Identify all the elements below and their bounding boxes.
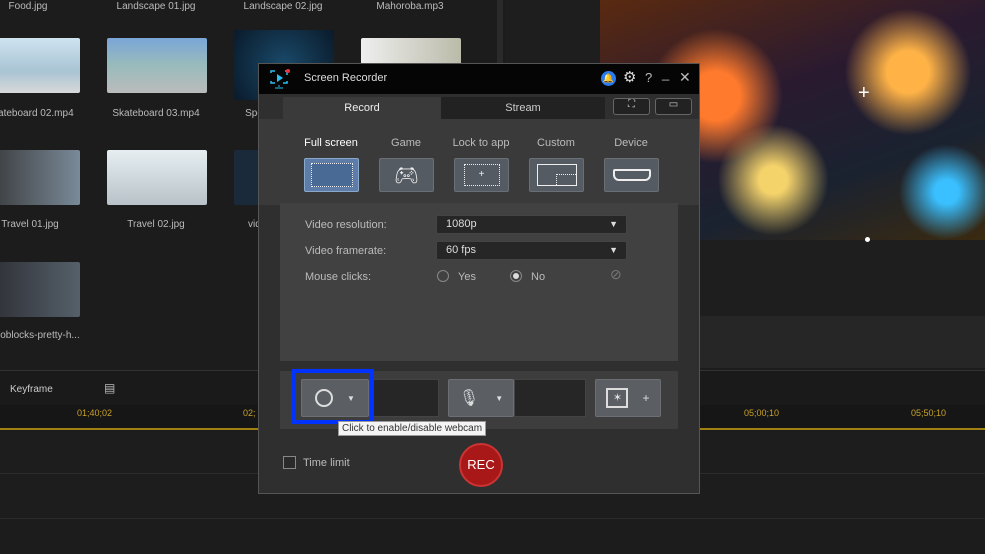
framerate-value: 60 fps [446, 244, 476, 256]
resolution-value: 1080p [446, 218, 477, 230]
media-label[interactable]: oblocks-pretty-h... [0, 330, 100, 342]
keyframe-list-icon[interactable]: ▤ [104, 381, 115, 395]
mode-game-button[interactable]: 🎮︎ [379, 158, 434, 192]
mode-lock-to-app-button[interactable]: + [454, 158, 509, 192]
media-label[interactable]: Travel 01.jpg [0, 219, 90, 231]
microphone-level-field [514, 379, 586, 417]
time-limit-checkbox[interactable] [283, 456, 296, 469]
effects-button[interactable]: ✶ + [595, 379, 661, 417]
webcam-preview-field [369, 379, 439, 417]
webcam-tooltip: Click to enable/disable webcam [338, 421, 487, 436]
help-icon[interactable]: ? [645, 70, 652, 85]
screen-recorder-dialog: Screen Recorder 🔔 ⚙ ? _ ✕ Record Stream … [258, 63, 700, 494]
tab-record[interactable]: Record [283, 97, 441, 119]
minimize-icon[interactable]: _ [662, 66, 669, 81]
mode-label: Full screen [304, 137, 358, 149]
media-thumbnail[interactable] [0, 262, 80, 317]
mic-dropdown-icon[interactable]: ▼ [495, 394, 503, 403]
settings-gear-icon[interactable]: ⚙ [623, 68, 636, 86]
preview-seek-handle[interactable] [865, 237, 870, 242]
media-label[interactable]: Food.jpg [0, 1, 88, 13]
mode-label: Game [391, 137, 421, 149]
timestamp: 05;00;10 [744, 408, 780, 418]
media-label[interactable]: Mahoroba.mp3 [350, 1, 470, 13]
resolution-select[interactable]: 1080p ▼ [436, 215, 627, 234]
microphone-icon: 🎙︎ [458, 390, 480, 407]
microphone-button[interactable]: 🎙︎ ▼ [448, 379, 514, 417]
mode-label: Device [614, 137, 648, 149]
resolution-label: Video resolution: [305, 219, 387, 231]
mouse-no-radio[interactable] [510, 270, 522, 282]
media-thumbnail[interactable] [107, 38, 207, 93]
gamepad-icon: 🎮︎ [393, 164, 420, 187]
time-limit-label: Time limit [303, 457, 350, 469]
dialog-titlebar[interactable]: Screen Recorder 🔔 ⚙ ? _ ✕ [259, 64, 699, 94]
close-icon[interactable]: ✕ [679, 69, 691, 86]
mode-full-screen-button[interactable] [304, 158, 359, 192]
media-label[interactable]: Travel 02.jpg [96, 219, 216, 231]
framerate-label: Video framerate: [305, 245, 387, 257]
effects-icon: ✶ [606, 388, 629, 408]
media-thumbnail[interactable] [0, 38, 80, 93]
rec-button[interactable]: REC [459, 443, 503, 487]
chevron-down-icon: ▼ [609, 219, 618, 229]
media-label[interactable]: Landscape 02.jpg [223, 1, 343, 13]
mouse-yes-radio[interactable] [437, 270, 449, 282]
media-label[interactable]: Skateboard 02.mp4 [0, 108, 90, 120]
mini-view-button[interactable]: ▭ [655, 98, 692, 115]
settings-panel: Video resolution: 1080p ▼ Video framerate… [280, 203, 678, 361]
chevron-down-icon: ▼ [609, 245, 618, 255]
keyframe-button[interactable]: Keyframe [10, 384, 53, 395]
lock-to-app-icon: + [463, 164, 500, 186]
dialog-title: Screen Recorder [304, 72, 388, 84]
crosshair-icon: + [858, 82, 870, 104]
hdmi-icon [612, 169, 651, 181]
disabled-icon: ⊘ [610, 266, 622, 282]
media-thumbnail[interactable] [107, 150, 207, 205]
tab-stream[interactable]: Stream [441, 97, 605, 119]
mode-label: Lock to app [452, 137, 510, 149]
timestamp: 05;50;10 [911, 408, 947, 418]
mode-label: Custom [537, 137, 575, 149]
timestamp: 01;40;02 [77, 408, 113, 418]
webcam-highlight [292, 369, 374, 424]
mode-device-button[interactable] [604, 158, 659, 192]
fullscreen-view-button[interactable]: ⛶ [613, 98, 650, 115]
framerate-select[interactable]: 60 fps ▼ [436, 241, 627, 260]
media-thumbnail[interactable] [0, 150, 80, 205]
timestamp: 02; [243, 408, 256, 418]
mouse-yes-label: Yes [458, 271, 476, 283]
custom-region-icon [536, 164, 577, 186]
screen-recorder-logo-icon [270, 69, 290, 89]
mouse-clicks-label: Mouse clicks: [305, 271, 372, 283]
mode-custom-button[interactable] [529, 158, 584, 192]
media-label[interactable]: Landscape 01.jpg [96, 1, 216, 13]
mouse-no-label: No [531, 271, 546, 283]
full-screen-icon [310, 163, 353, 187]
add-icon[interactable]: + [642, 391, 649, 405]
notification-bell-icon[interactable]: 🔔 [601, 71, 616, 86]
